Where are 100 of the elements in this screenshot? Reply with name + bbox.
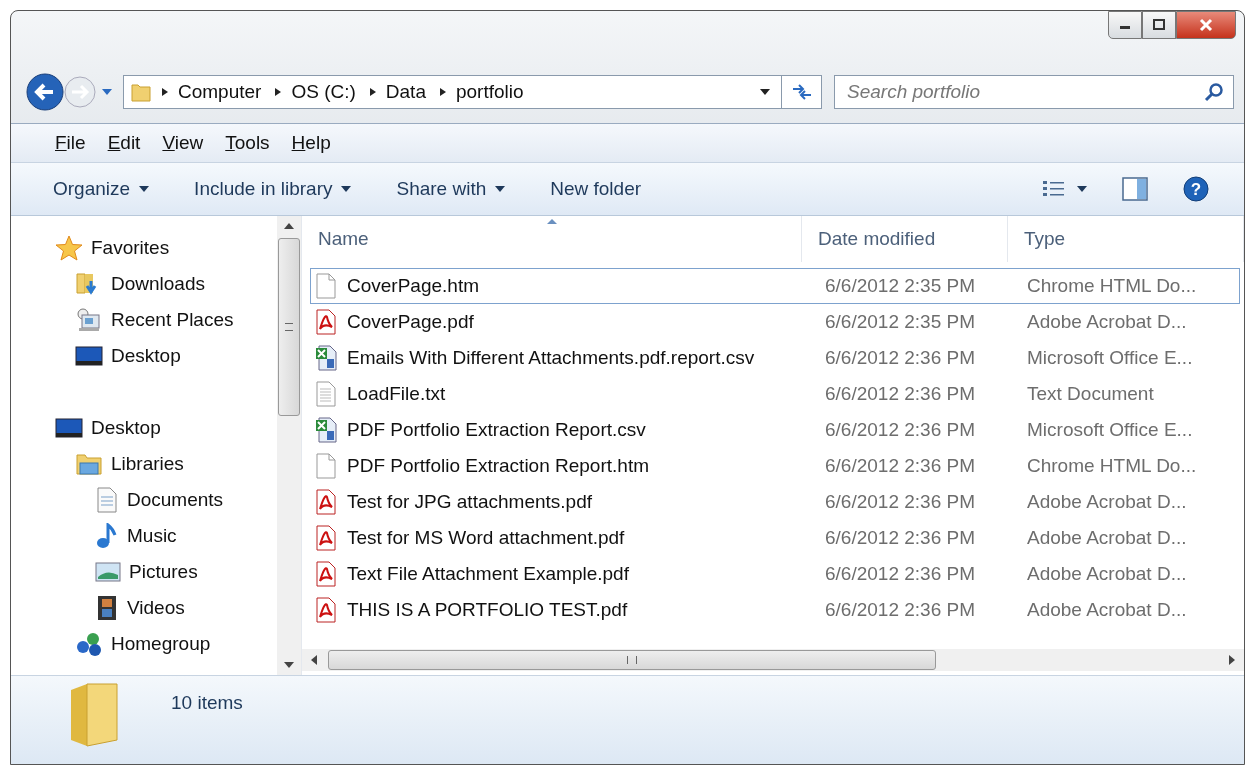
dropdown-caret-icon xyxy=(340,185,353,193)
type-cell-text: Chrome HTML Do... xyxy=(1026,275,1198,297)
help-icon[interactable]: ? xyxy=(1182,175,1210,203)
file-name: PDF Portfolio Extraction Report.htm xyxy=(347,455,649,477)
menu-item[interactable]: View xyxy=(162,132,204,154)
type-cell-text: Adobe Acrobat D... xyxy=(1026,527,1188,549)
sort-arrow-icon xyxy=(545,218,558,225)
desktop-icon xyxy=(55,417,83,439)
scroll-down-icon[interactable] xyxy=(283,661,295,669)
column-header[interactable]: Date modified xyxy=(802,216,1008,262)
toolbar-button[interactable]: Organize xyxy=(43,172,161,206)
type-cell-text: Adobe Acrobat D... xyxy=(1026,599,1188,621)
nav-item[interactable]: Homegroup xyxy=(111,633,211,655)
file-row[interactable]: PDF Portfolio Extraction Report.csv 6/6/2012 2:36 PM Microsoft Office E... xyxy=(310,412,1240,448)
preview-pane-icon[interactable] xyxy=(1122,177,1148,201)
breadcrumb[interactable]: OS (C:) xyxy=(291,81,356,103)
refresh-arrows-icon xyxy=(790,83,813,101)
file-name: Emails With Different Attachments.pdf.report.csv xyxy=(347,347,755,369)
file-row[interactable]: THIS IS A PORTFOLIO TEST.pdf 6/6/2012 2:36 PM Adobe Acrobat D... xyxy=(310,592,1240,628)
nav-item[interactable]: Recent Places xyxy=(111,309,234,331)
minimize-button[interactable] xyxy=(1108,11,1142,39)
pdf-file-icon xyxy=(315,597,337,623)
nav-item[interactable]: Downloads xyxy=(111,273,205,295)
text-file-icon xyxy=(315,381,337,407)
file-row[interactable]: Test for MS Word attachment.pdf 6/6/2012 2:36 PM Adobe Acrobat D... xyxy=(310,520,1240,556)
nav-item[interactable]: Favorites xyxy=(91,237,170,259)
homegroup-icon xyxy=(75,631,103,657)
toolbar-button[interactable]: New folder xyxy=(540,172,652,206)
search-icon xyxy=(1204,82,1224,102)
refresh-button[interactable] xyxy=(782,75,822,109)
dropdown-caret-icon xyxy=(138,185,151,193)
maximize-button[interactable] xyxy=(1142,11,1176,39)
type-cell-text: Adobe Acrobat D... xyxy=(1026,491,1188,513)
file-row[interactable]: PDF Portfolio Extraction Report.htm 6/6/2012 2:36 PM Chrome HTML Do... xyxy=(310,448,1240,484)
type-cell-text: Microsoft Office E... xyxy=(1026,347,1194,369)
spreadsheet-file-icon xyxy=(315,345,337,371)
date-cell-text: 6/6/2012 2:36 PM xyxy=(824,563,976,585)
folder-icon xyxy=(130,81,152,103)
chevron-icon[interactable] xyxy=(437,87,448,97)
date-cell-text: 6/6/2012 2:36 PM xyxy=(824,347,976,369)
file-name: CoverPage.htm xyxy=(347,275,479,297)
vertical-scrollbar[interactable] xyxy=(277,216,301,675)
blank-file-icon xyxy=(315,453,337,479)
toolbar-button[interactable]: Share with xyxy=(386,172,517,206)
menu-item[interactable]: File xyxy=(55,132,86,154)
picture-icon xyxy=(95,561,121,583)
date-cell-text: 6/6/2012 2:36 PM xyxy=(824,455,976,477)
address-bar[interactable]: Computer OS (C:) Data portfolio xyxy=(123,75,782,109)
search-field[interactable]: Search portfolio xyxy=(834,75,1234,109)
scroll-up-icon[interactable] xyxy=(283,222,295,230)
nav-item[interactable]: Music xyxy=(127,525,177,547)
type-cell-text: Adobe Acrobat D... xyxy=(1026,563,1188,585)
maximize-icon xyxy=(1152,19,1166,31)
file-row[interactable]: CoverPage.pdf 6/6/2012 2:35 PM Adobe Acrobat D... xyxy=(310,304,1240,340)
desktop-icon xyxy=(75,345,103,367)
breadcrumb[interactable]: portfolio xyxy=(455,81,524,103)
close-icon xyxy=(1198,18,1214,32)
nav-item[interactable]: Libraries xyxy=(111,453,184,475)
nav-item[interactable]: Videos xyxy=(127,597,185,619)
date-cell-text: 6/6/2012 2:36 PM xyxy=(824,383,976,405)
view-options-icon[interactable] xyxy=(1042,179,1066,199)
libraries-icon xyxy=(75,452,103,476)
column-header[interactable]: Type xyxy=(1008,216,1244,262)
scroll-right-icon[interactable] xyxy=(1228,654,1236,666)
chevron-icon[interactable] xyxy=(160,87,170,97)
scroll-left-icon[interactable] xyxy=(310,654,318,666)
date-cell-text: 6/6/2012 2:35 PM xyxy=(824,311,976,333)
breadcrumb[interactable]: Data xyxy=(385,81,426,103)
file-row[interactable]: Emails With Different Attachments.pdf.report.csv 6/6/2012 2:36 PM Microsoft Office E... xyxy=(310,340,1240,376)
file-name: Test for MS Word attachment.pdf xyxy=(347,527,625,549)
blank-file-icon xyxy=(315,273,337,299)
focused-row[interactable]: CoverPage.htm 6/6/2012 2:35 PM Chrome HTML Do... xyxy=(310,268,1240,304)
file-row[interactable]: Text File Attachment Example.pdf 6/6/2012 2:36 PM Adobe Acrobat D... xyxy=(310,556,1240,592)
file-row[interactable]: Test for JPG attachments.pdf 6/6/2012 2:36 PM Adobe Acrobat D... xyxy=(310,484,1240,520)
menu-item[interactable]: Tools xyxy=(225,132,270,154)
nav-item[interactable]: Desktop xyxy=(111,345,181,367)
item-count: 10 items xyxy=(171,692,243,714)
dropdown-caret-icon xyxy=(494,185,507,193)
toolbar-button[interactable]: Include in library xyxy=(184,172,363,206)
history-caret-icon[interactable] xyxy=(101,88,113,96)
horizontal-scrollbar[interactable] xyxy=(302,649,1244,671)
back-icon[interactable] xyxy=(25,72,65,112)
spreadsheet-file-icon xyxy=(315,417,337,443)
date-cell-text: 6/6/2012 2:36 PM xyxy=(824,527,976,549)
dropdown-caret-icon[interactable] xyxy=(1076,185,1088,193)
file-row[interactable]: LoadFile.txt 6/6/2012 2:36 PM Text Document xyxy=(310,376,1240,412)
menu-item[interactable]: Edit xyxy=(107,132,141,154)
nav-item[interactable]: Documents xyxy=(127,489,224,511)
close-button[interactable] xyxy=(1176,11,1236,39)
column-header[interactable]: Name xyxy=(302,216,802,262)
menu-item[interactable]: Help xyxy=(291,132,331,154)
nav-item[interactable]: Desktop xyxy=(91,417,161,439)
pdf-file-icon xyxy=(315,561,337,587)
dropdown-caret-icon[interactable] xyxy=(759,88,771,96)
chevron-icon[interactable] xyxy=(367,87,378,97)
breadcrumb[interactable]: Computer xyxy=(178,81,262,103)
file-name: CoverPage.pdf xyxy=(347,311,474,333)
pdf-file-icon xyxy=(315,525,337,551)
file-name: PDF Portfolio Extraction Report.csv xyxy=(347,419,646,441)
nav-item[interactable]: Pictures xyxy=(129,561,198,583)
